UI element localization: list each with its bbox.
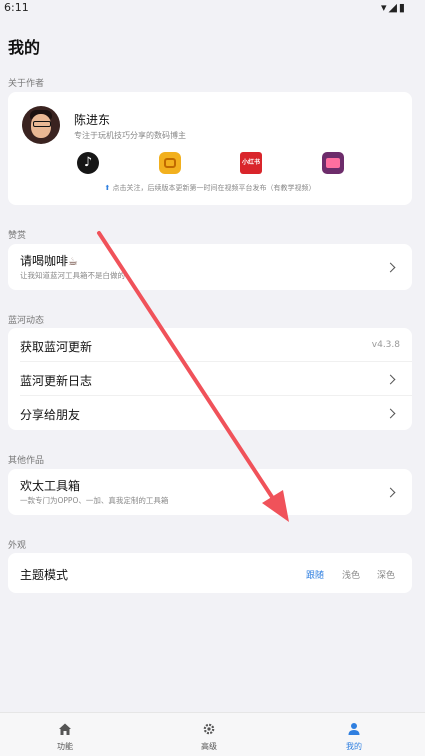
bilibili-icon[interactable] xyxy=(159,152,181,174)
arrow-up-icon: ⬆ xyxy=(104,184,111,192)
tv-icon[interactable] xyxy=(322,152,344,174)
status-time: 6:11 xyxy=(4,1,29,14)
section-label-bluecove: 蓝河动态 xyxy=(8,316,45,326)
tiktok-icon[interactable]: ♪ xyxy=(77,152,99,174)
donate-subtitle: 让我知道蓝河工具箱不是白做的 xyxy=(20,271,125,280)
get-update-label: 获取蓝河更新 xyxy=(20,340,93,354)
nav-label-features: 功能 xyxy=(57,742,73,751)
share-row[interactable]: 分享给朋友 xyxy=(8,396,412,430)
follow-note: ⬆ 点击关注，后续版本更新第一时间在视频平台发布（有教学视频） xyxy=(8,183,412,193)
chevron-right-icon xyxy=(385,487,396,498)
follow-note-text: 点击关注，后续版本更新第一时间在视频平台发布（有教学视频） xyxy=(112,184,316,192)
theme-option-dark[interactable]: 深色 xyxy=(377,568,395,581)
author-desc: 专注于玩机技巧分享的数码博主 xyxy=(74,131,186,140)
nav-item-mine[interactable]: 我的 xyxy=(314,713,394,756)
page-title: 我的 xyxy=(8,38,41,57)
donate-title: 请喝咖啡☕ xyxy=(20,254,78,268)
bottom-nav: 功能 高级 我的 xyxy=(0,712,425,756)
get-update-row[interactable]: 获取蓝河更新 v4.3.8 xyxy=(8,328,412,362)
nav-label-advanced: 高级 xyxy=(201,742,217,751)
other-work-card[interactable]: 欢太工具箱 一款专门为OPPO、一加、真我定制的工具箱 xyxy=(8,469,412,515)
other-work-subtitle: 一款专门为OPPO、一加、真我定制的工具箱 xyxy=(20,496,169,505)
status-icons: ▾◢▮ xyxy=(380,1,407,14)
donate-card[interactable]: 请喝咖啡☕ 让我知道蓝河工具箱不是白做的 xyxy=(8,244,412,290)
nav-item-features[interactable]: 功能 xyxy=(25,713,105,756)
chevron-right-icon xyxy=(385,262,396,273)
section-label-other: 其他作品 xyxy=(8,456,45,466)
author-card: 陈进东 专注于玩机技巧分享的数码博主 ♪ 小红书 ⬆ 点击关注，后续版本更新第一… xyxy=(8,92,412,205)
section-label-author: 关于作者 xyxy=(8,79,45,89)
person-icon xyxy=(348,723,360,735)
section-label-appearance: 外观 xyxy=(8,541,27,551)
theme-card: 主题模式 跟随 浅色 深色 xyxy=(8,553,412,593)
changelog-label: 蓝河更新日志 xyxy=(20,374,93,388)
section-label-donate: 赞赏 xyxy=(8,231,27,241)
avatar[interactable] xyxy=(22,106,60,144)
share-label: 分享给朋友 xyxy=(20,408,81,422)
chevron-right-icon xyxy=(385,408,396,419)
home-icon xyxy=(59,723,71,735)
changelog-row[interactable]: 蓝河更新日志 xyxy=(8,362,412,396)
theme-option-follow[interactable]: 跟随 xyxy=(306,568,324,581)
theme-mode-label: 主题模式 xyxy=(20,568,69,582)
nav-label-mine: 我的 xyxy=(346,742,362,751)
version-value: v4.3.8 xyxy=(371,340,400,350)
other-work-title: 欢太工具箱 xyxy=(20,479,81,493)
xiaohongshu-icon[interactable]: 小红书 xyxy=(240,152,262,174)
gear-icon xyxy=(203,723,215,735)
chevron-right-icon xyxy=(385,374,396,385)
nav-item-advanced[interactable]: 高级 xyxy=(169,713,249,756)
bluecove-card: 获取蓝河更新 v4.3.8 蓝河更新日志 分享给朋友 xyxy=(8,328,412,430)
author-name: 陈进东 xyxy=(74,113,111,127)
theme-option-light[interactable]: 浅色 xyxy=(342,568,360,581)
status-bar: 6:11 ▾◢▮ xyxy=(0,0,425,16)
coffee-icon: ☕ xyxy=(68,255,78,268)
